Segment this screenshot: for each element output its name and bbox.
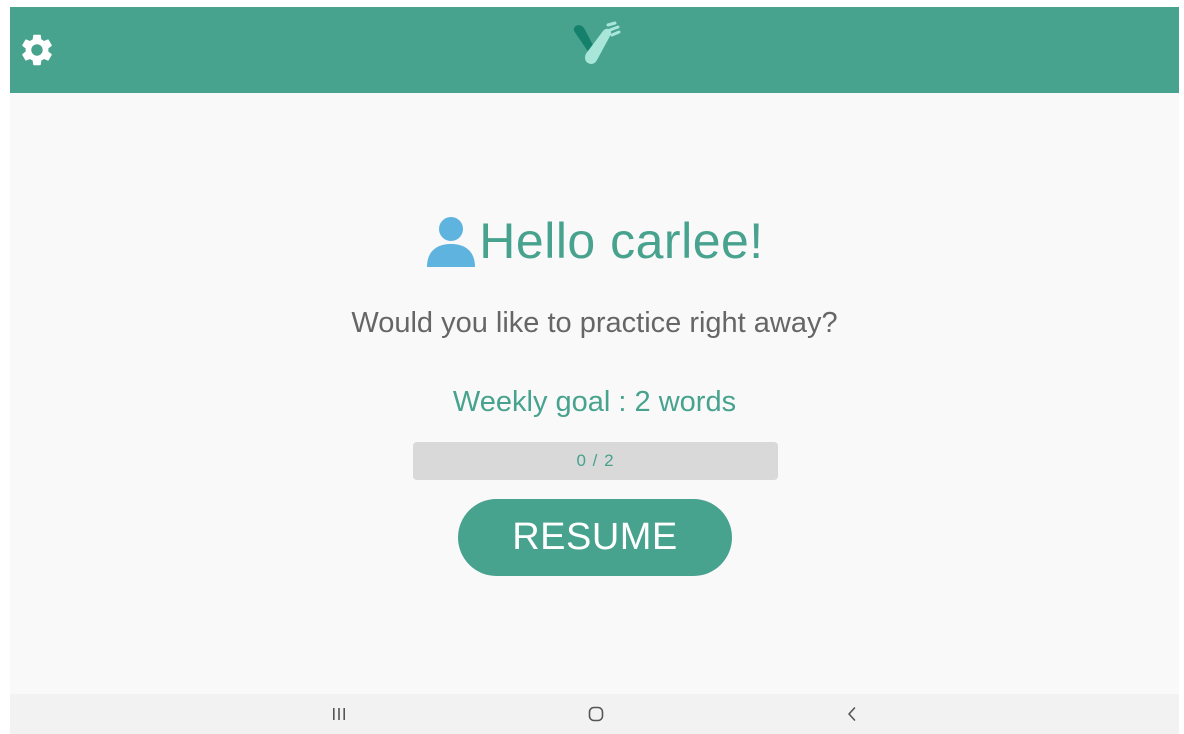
app-logo-icon xyxy=(573,21,621,64)
home-icon xyxy=(588,706,604,722)
settings-button[interactable] xyxy=(16,29,58,71)
back-button[interactable] xyxy=(832,700,872,728)
app-screen: Hello carlee! Would you like to practice… xyxy=(10,7,1179,734)
greeting-row: Hello carlee! xyxy=(10,215,1179,267)
recent-apps-icon xyxy=(333,708,345,720)
greeting-text: Hello carlee! xyxy=(479,213,764,269)
practice-prompt: Would you like to practice right away? xyxy=(351,307,838,339)
recent-apps-button[interactable] xyxy=(319,700,359,728)
progress-text: 0 / 2 xyxy=(576,451,615,470)
home-button[interactable] xyxy=(576,700,616,728)
gear-icon xyxy=(22,34,52,66)
app-bar xyxy=(10,7,1179,93)
resume-button[interactable]: RESUME xyxy=(458,499,732,576)
back-icon xyxy=(848,707,856,721)
user-icon xyxy=(427,217,476,267)
system-navigation-bar xyxy=(10,694,1179,734)
weekly-goal-progress-bar: 0 / 2 xyxy=(413,442,778,480)
weekly-goal-label: Weekly goal : 2 words xyxy=(452,386,737,418)
